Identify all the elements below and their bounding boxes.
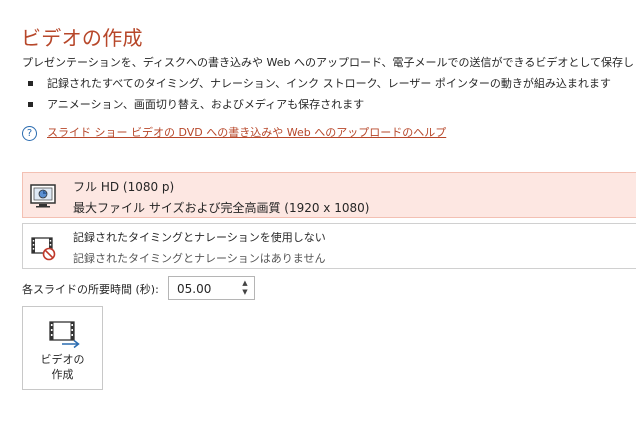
video-quality-dropdown[interactable]: フル HD (1080 p) 最大ファイル サイズおよび完全高画質 (1920 … [22, 172, 636, 218]
film-no-icon [31, 237, 56, 261]
duration-spinbox: ▲ ▼ [168, 276, 255, 300]
timing-subtitle: 記録されたタイミングとナレーションはありません [73, 252, 326, 265]
page-title: ビデオの作成 [21, 26, 143, 50]
bullet-icon [28, 101, 33, 107]
help-link[interactable]: スライド ショー ビデオの DVD への書き込みや Web へのアップロードのヘ… [47, 126, 446, 139]
timing-title: 記録されたタイミングとナレーションを使用しない [73, 231, 326, 244]
quality-subtitle: 最大ファイル サイズおよび完全高画質 (1920 x 1080) [73, 201, 370, 215]
create-video-pane: ビデオの作成 プレゼンテーションを、ディスクへの書き込みや Web へのアップロ… [0, 0, 636, 423]
duration-spinner: ▲ ▼ [240, 279, 250, 297]
duration-label: 各スライドの所要時間 (秒): [22, 283, 159, 296]
create-video-icon [49, 321, 80, 349]
bullet-item: 記録されたすべてのタイミング、ナレーション、インク ストローク、レーザー ポイン… [28, 75, 611, 91]
create-video-label: ビデオの 作成 [40, 353, 85, 381]
help-circle-icon[interactable]: ? [22, 125, 37, 141]
spin-down-icon[interactable]: ▼ [240, 288, 250, 297]
bullet-text: 記録されたすべてのタイミング、ナレーション、インク ストローク、レーザー ポイン… [47, 77, 611, 90]
duration-input[interactable] [175, 280, 239, 298]
create-video-button[interactable]: ビデオの 作成 [22, 306, 103, 390]
bullet-item: アニメーション、画面切り替え、およびメディアも保存されます [28, 96, 364, 112]
bullet-icon [28, 80, 33, 86]
monitor-icon [30, 184, 56, 208]
help-row: ? スライド ショー ビデオの DVD への書き込みや Web へのアップロードの… [22, 124, 446, 141]
timing-narration-dropdown[interactable]: 記録されたタイミングとナレーションを使用しない 記録されたタイミングとナレーショ… [22, 223, 636, 269]
quality-title: フル HD (1080 p) [73, 180, 175, 194]
spin-up-icon[interactable]: ▲ [240, 279, 250, 288]
page-description: プレゼンテーションを、ディスクへの書き込みや Web へのアップロード、電子メー… [22, 56, 636, 69]
bullet-text: アニメーション、画面切り替え、およびメディアも保存されます [47, 98, 365, 111]
